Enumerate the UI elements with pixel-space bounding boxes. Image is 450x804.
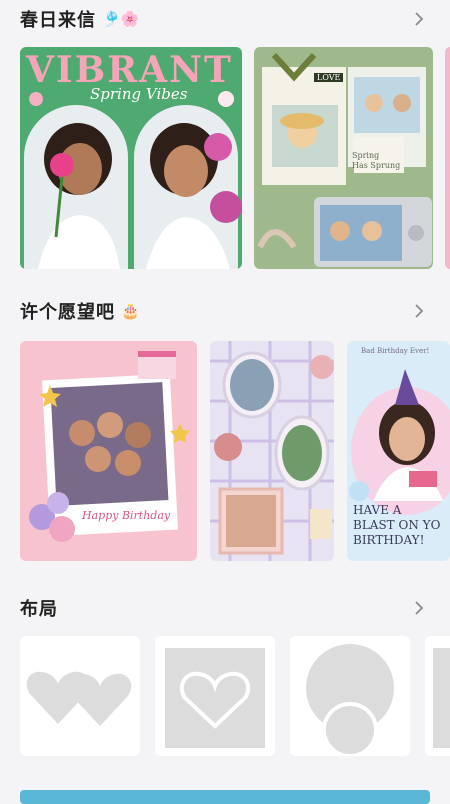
template-card-blast-birthday[interactable]: Bad Birthday Ever! HAVE A BLAST ON YO BI… bbox=[347, 341, 450, 561]
blast-headline: HAVE A BLAST ON YO BIRTHDAY! bbox=[353, 503, 441, 547]
section-title-layout: 布局 bbox=[20, 599, 58, 620]
section-emoji-spring: 🎐🌸 bbox=[102, 10, 140, 28]
birthday-polaroid-art bbox=[29, 351, 190, 542]
chevron-right-icon[interactable] bbox=[408, 597, 430, 619]
template-card-peek[interactable] bbox=[445, 47, 450, 269]
vibrant-photo-art bbox=[24, 91, 242, 269]
spring-note: Spring Has Sprung bbox=[352, 151, 401, 170]
layout-tile-heart-frame[interactable] bbox=[155, 636, 275, 756]
section-header-spring[interactable]: 春日来信 🎐🌸 bbox=[20, 4, 430, 34]
bottom-banner-peek[interactable] bbox=[20, 790, 430, 804]
layout-tile-circles[interactable] bbox=[290, 636, 410, 756]
template-card-plaid-frames[interactable] bbox=[210, 341, 334, 561]
template-card-vibrant[interactable]: VIBRANT Spring Vibes bbox=[20, 47, 242, 269]
birthday-caption: Happy Birthday bbox=[82, 509, 171, 522]
chevron-right-icon[interactable] bbox=[408, 8, 430, 30]
layout-peek-shape bbox=[433, 648, 450, 748]
layout-tile-peek[interactable] bbox=[425, 636, 450, 756]
circles-shape bbox=[306, 644, 394, 756]
chevron-right-icon[interactable] bbox=[408, 300, 430, 322]
section-title-wish: 许个愿望吧 bbox=[20, 302, 115, 323]
plaid-frames-art bbox=[210, 341, 334, 561]
layout-tile-double-heart[interactable] bbox=[20, 636, 140, 756]
blast-top-text: Bad Birthday Ever! bbox=[361, 347, 430, 355]
section-title-spring: 春日来信 bbox=[20, 10, 96, 31]
section-header-layout[interactable]: 布局 bbox=[20, 593, 430, 623]
section-emoji-wish: 🎂 bbox=[121, 302, 140, 320]
template-card-happy-birthday[interactable]: Happy Birthday bbox=[20, 341, 197, 561]
double-heart-shape bbox=[26, 671, 132, 726]
spring-tag: LOVE bbox=[314, 73, 344, 82]
spring-letter-art bbox=[257, 52, 432, 267]
template-card-spring-letter[interactable]: LOVE Spring Has Sprung bbox=[254, 47, 433, 269]
section-header-wish[interactable]: 许个愿望吧 🎂 bbox=[20, 296, 430, 326]
heart-frame-shape bbox=[165, 648, 265, 748]
